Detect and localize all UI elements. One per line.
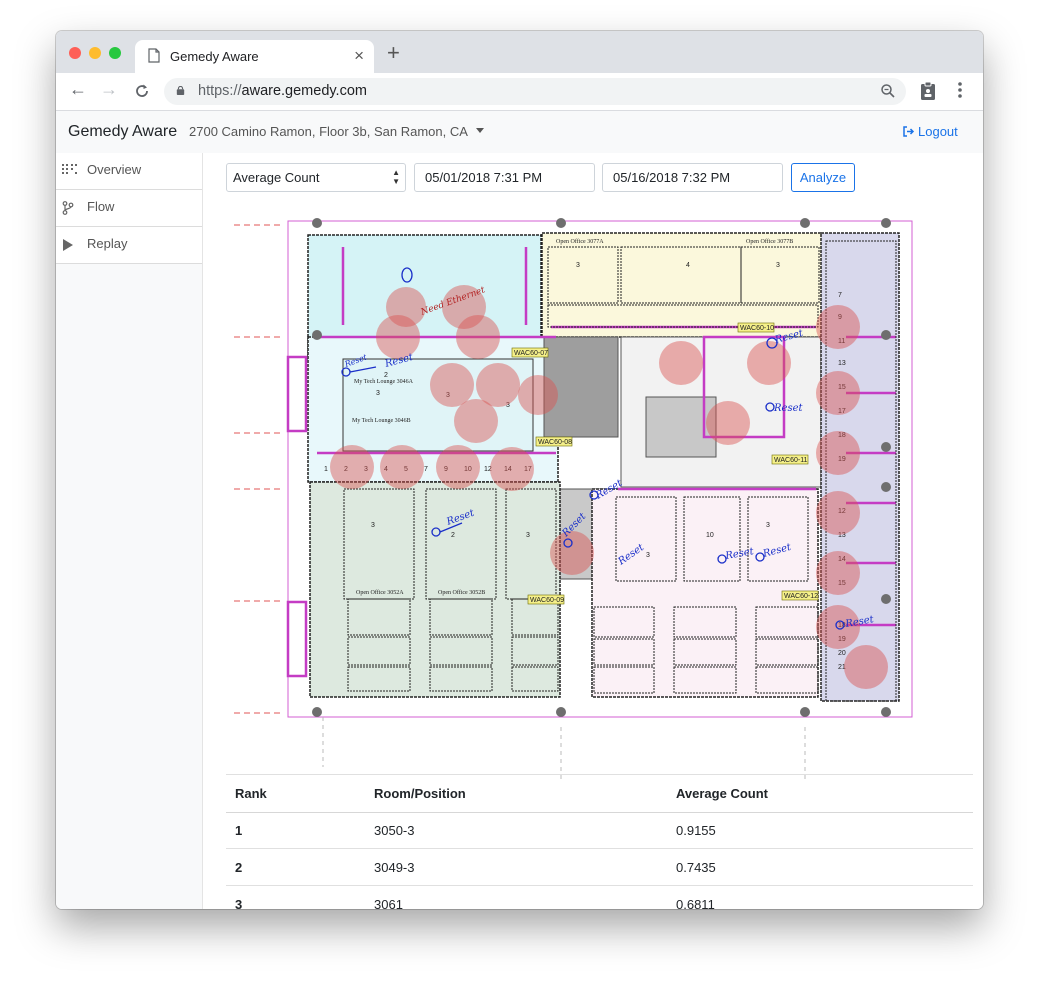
svg-text:Open Office 3052A: Open Office 3052A — [356, 589, 404, 596]
zoom-magnifier-icon[interactable] — [880, 83, 896, 99]
svg-text:7: 7 — [838, 292, 842, 299]
metric-select-value: Average Count — [233, 170, 320, 185]
tab-close-icon[interactable]: × — [354, 46, 364, 66]
svg-text:3: 3 — [376, 390, 380, 397]
forward-arrow-icon[interactable]: → — [100, 79, 118, 100]
maximize-window-button[interactable] — [109, 47, 121, 59]
room-cell: 3050-3 — [374, 823, 415, 838]
browser-tab[interactable]: Gemedy Aware × — [135, 40, 374, 73]
value-cell: 0.7435 — [676, 860, 716, 875]
table-row[interactable]: 1 3050-3 0.9155 — [226, 812, 973, 849]
minimize-window-button[interactable] — [89, 47, 101, 59]
play-icon — [63, 239, 73, 251]
end-date-input[interactable]: 05/16/2018 7:32 PM — [602, 163, 783, 192]
sign-out-icon — [903, 126, 915, 137]
main-content: Average Count ▲ ▼ 05/01/2018 7:31 PM 05/1… — [203, 153, 983, 909]
svg-text:WAC60-09: WAC60-09 — [530, 597, 564, 604]
brand-title[interactable]: Gemedy Aware — [68, 123, 177, 141]
select-arrows-icon: ▲ ▼ — [392, 168, 400, 186]
sidebar-item-replay[interactable]: Replay — [56, 227, 202, 264]
rank-cell: 2 — [235, 860, 243, 875]
sidebar-item-label: Overview — [87, 162, 142, 177]
reload-icon[interactable] — [134, 83, 150, 99]
svg-text:1: 1 — [324, 466, 328, 473]
svg-text:2: 2 — [384, 372, 388, 379]
svg-text:3: 3 — [526, 532, 530, 539]
svg-text:13: 13 — [838, 360, 846, 367]
clipboard-extension-icon[interactable] — [920, 81, 936, 101]
svg-text:Open Office 3077B: Open Office 3077B — [746, 238, 793, 245]
svg-text:WAC60-08: WAC60-08 — [538, 439, 572, 446]
table-row[interactable]: 2 3049-3 0.7435 — [226, 849, 973, 886]
header-rank: Rank — [235, 786, 267, 801]
tab-bar: Gemedy Aware × + — [56, 31, 983, 73]
sidebar-item-overview[interactable]: Overview — [56, 153, 202, 190]
end-date-value: 05/16/2018 7:32 PM — [613, 170, 731, 185]
svg-text:3: 3 — [371, 522, 375, 529]
svg-text:Open Office 3052B: Open Office 3052B — [438, 589, 485, 596]
rank-cell: 1 — [235, 823, 243, 838]
svg-text:My Tech Lounge 3046A: My Tech Lounge 3046A — [354, 379, 414, 385]
table-row[interactable]: 3 3061 0.6811 — [226, 886, 973, 909]
svg-text:7: 7 — [424, 466, 428, 473]
metric-select[interactable]: Average Count ▲ ▼ — [226, 163, 406, 192]
svg-text:3: 3 — [766, 522, 770, 529]
close-window-button[interactable] — [69, 47, 81, 59]
sidebar: Overview Flow Replay — [56, 153, 203, 909]
document-icon — [148, 48, 160, 63]
sidebar-item-flow[interactable]: Flow — [56, 190, 202, 227]
browser-toolbar: ← → https://aware.gemedy.com — [56, 73, 983, 111]
sidebar-item-label: Replay — [87, 236, 128, 251]
svg-text:2: 2 — [451, 532, 455, 539]
start-date-value: 05/01/2018 7:31 PM — [425, 170, 543, 185]
svg-text:3: 3 — [646, 552, 650, 559]
svg-text:20: 20 — [838, 650, 846, 657]
rank-cell: 3 — [235, 897, 243, 909]
header-average-count: Average Count — [676, 786, 768, 801]
lock-icon — [176, 86, 185, 95]
url-text: https://aware.gemedy.com — [198, 83, 367, 99]
svg-text:My Tech Lounge 3046B: My Tech Lounge 3046B — [352, 418, 411, 424]
start-date-input[interactable]: 05/01/2018 7:31 PM — [414, 163, 595, 192]
new-tab-plus-icon[interactable]: + — [387, 42, 400, 64]
caret-down-icon — [475, 128, 484, 134]
back-arrow-icon[interactable]: ← — [69, 79, 87, 100]
analyze-button[interactable]: Analyze — [791, 163, 855, 192]
svg-text:3: 3 — [776, 262, 780, 269]
sidebar-item-label: Flow — [87, 199, 115, 214]
more-menu-icon[interactable] — [957, 81, 963, 99]
tab-title: Gemedy Aware — [170, 49, 259, 64]
svg-text:Open Office 3077A: Open Office 3077A — [556, 238, 604, 245]
table-header: Rank Room/Position Average Count — [226, 774, 973, 813]
svg-text:WAC60-07: WAC60-07 — [514, 350, 548, 357]
location-dropdown[interactable]: 2700 Camino Ramon, Floor 3b, San Ramon, … — [189, 124, 484, 139]
grid-dots-icon — [62, 164, 77, 174]
header-room: Room/Position — [374, 786, 466, 801]
svg-text:WAC60-10: WAC60-10 — [740, 325, 774, 332]
svg-text:WAC60-12: WAC60-12 — [784, 593, 818, 600]
room-cell: 3049-3 — [374, 860, 415, 875]
address-bar[interactable]: https://aware.gemedy.com — [164, 78, 906, 105]
svg-text:WAC60-11: WAC60-11 — [774, 457, 808, 464]
floor-plan-heatmap[interactable]: 1234 5 7 9 10 12 14 17 791113 15171819 121314… — [226, 207, 931, 787]
app-navbar: Gemedy Aware 2700 Camino Ramon, Floor 3b… — [56, 111, 983, 153]
svg-text:3: 3 — [576, 262, 580, 269]
svg-text:10: 10 — [706, 532, 714, 539]
room-cell: 3061 — [374, 897, 403, 909]
value-cell: 0.9155 — [676, 823, 716, 838]
value-cell: 0.6811 — [676, 897, 715, 909]
svg-text:Reset: Reset — [773, 403, 803, 414]
logout-link[interactable]: Logout — [903, 124, 958, 139]
svg-text:4: 4 — [686, 262, 690, 269]
browser-window: Gemedy Aware × + ← → https://aware.gemed… — [56, 31, 983, 909]
flow-branch-icon — [62, 201, 74, 215]
